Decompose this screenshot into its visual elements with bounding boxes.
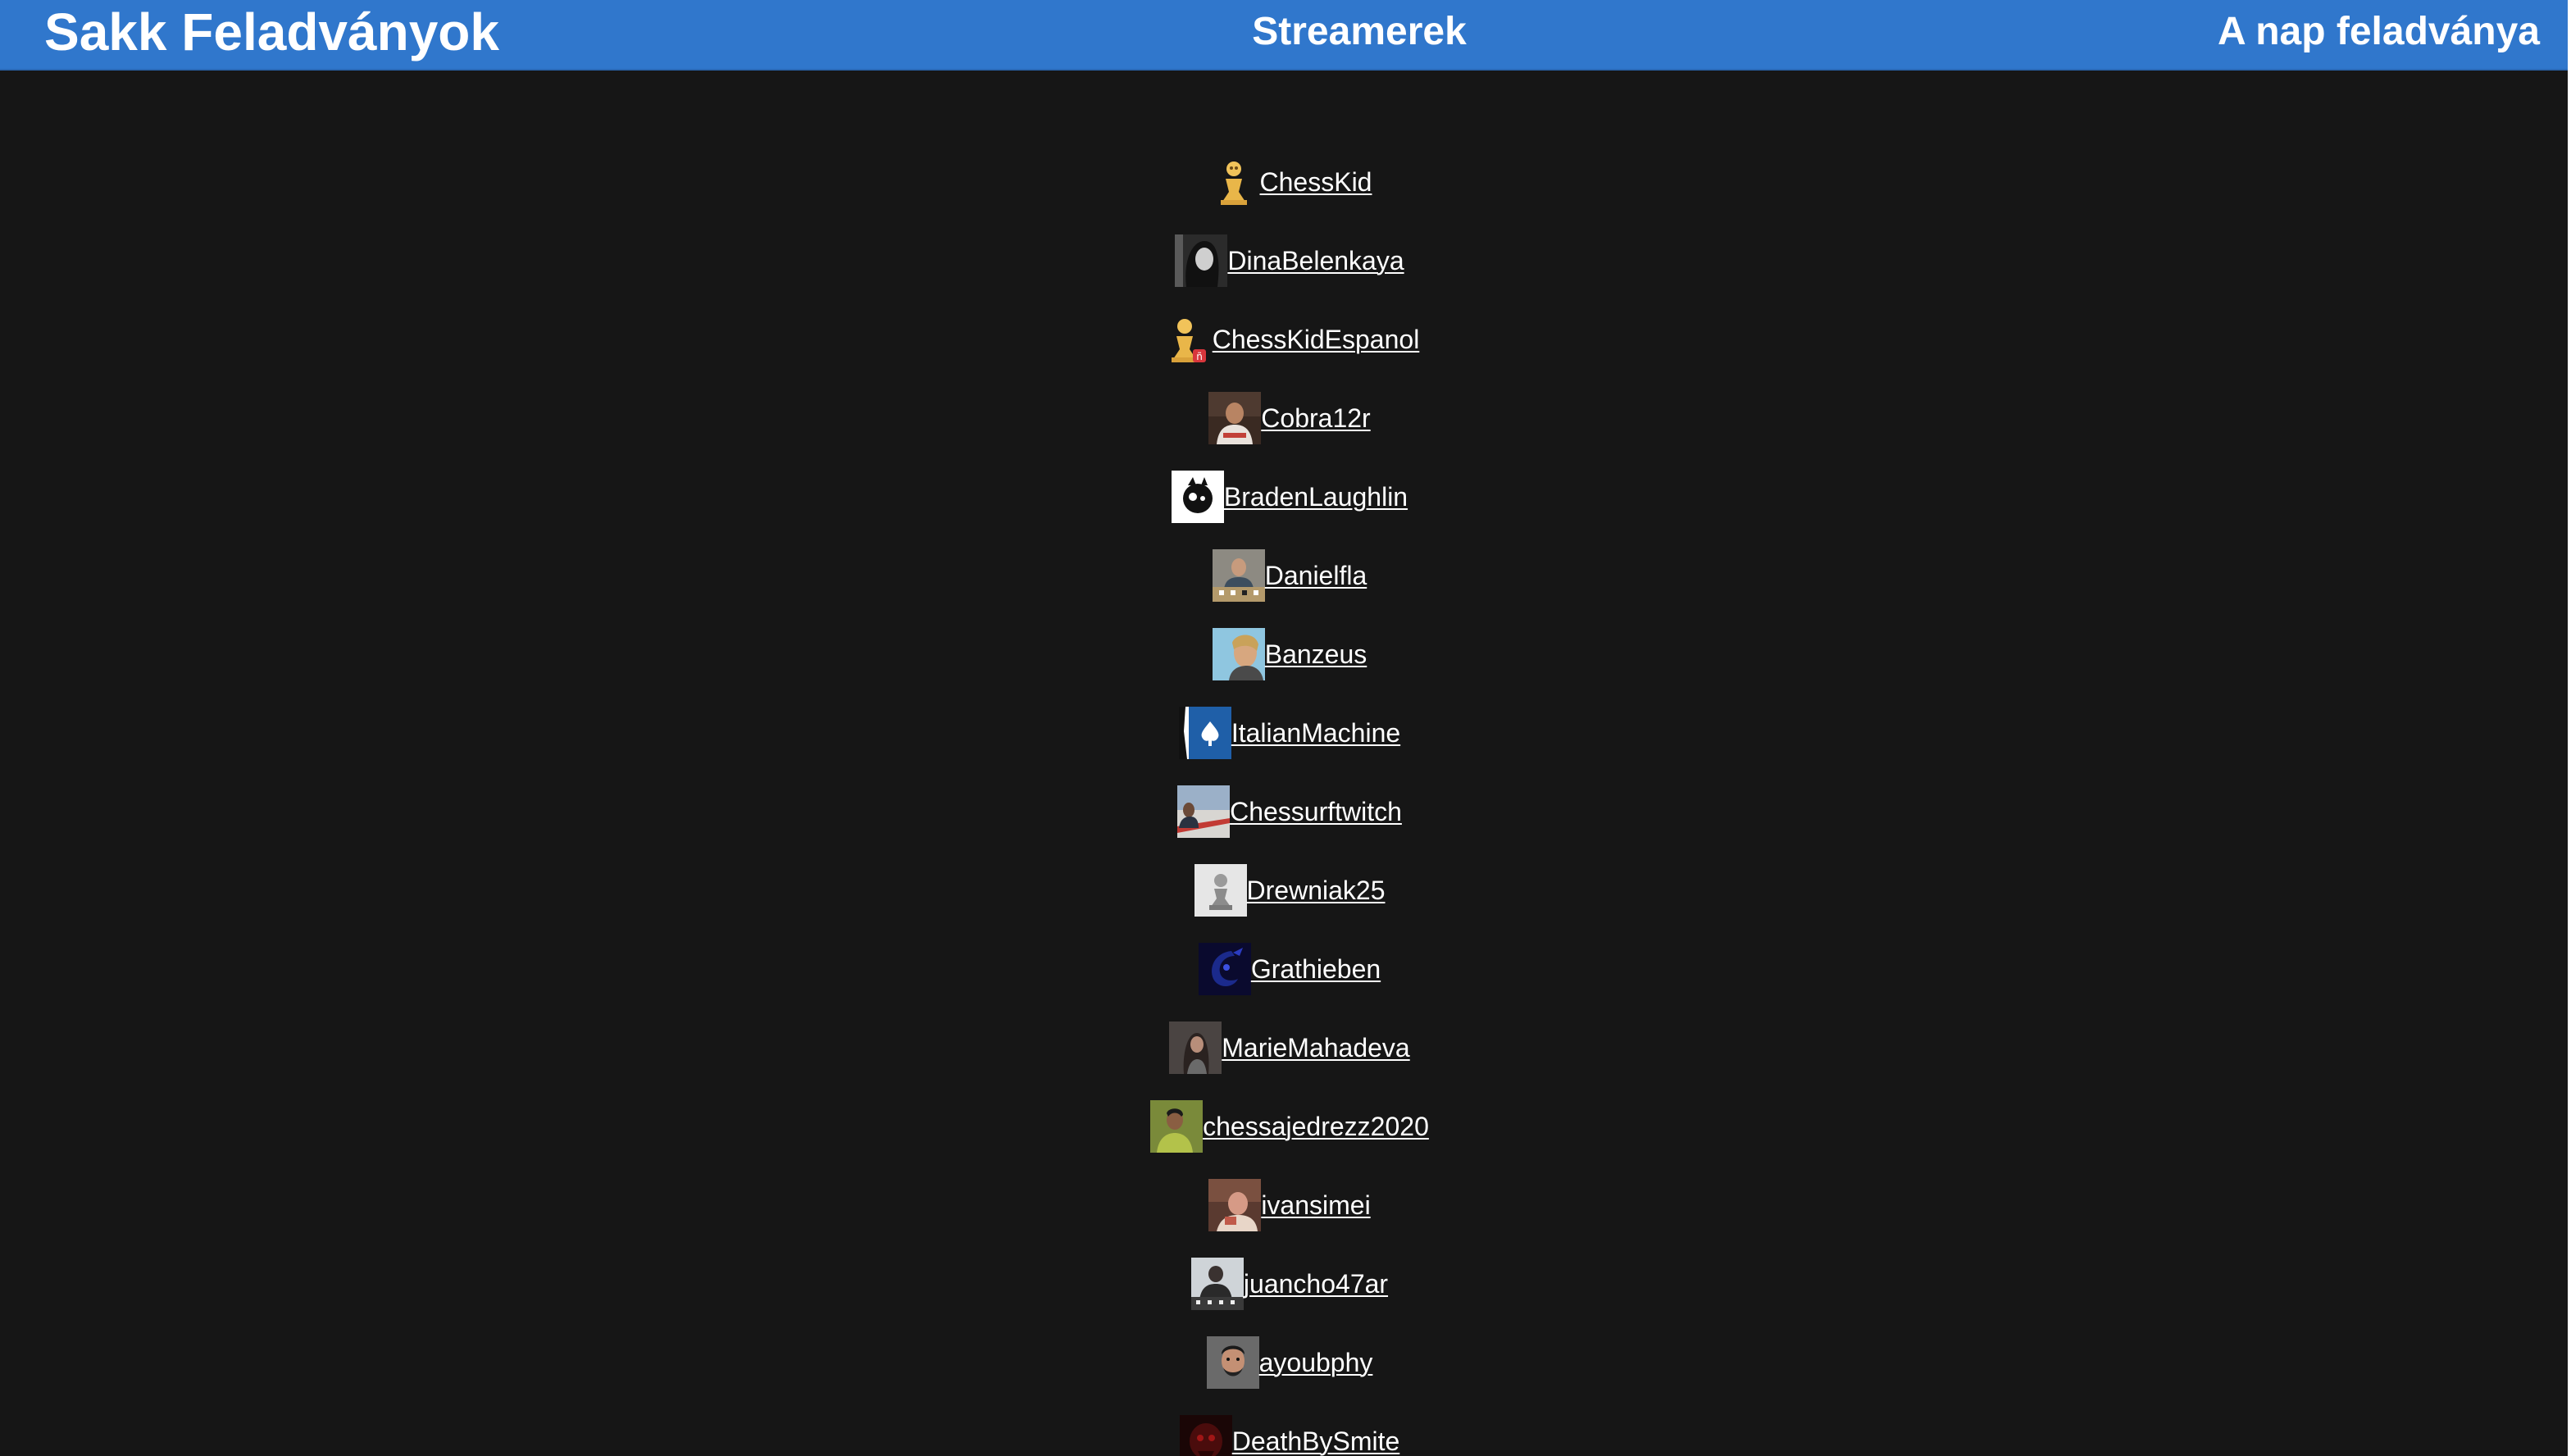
streamer-link-drewniak25[interactable]: Drewniak25 <box>1194 864 1386 917</box>
streamer-name: chessajedrezz2020 <box>1203 1111 1429 1141</box>
danielfla-avatar <box>1212 549 1265 602</box>
list-item: Banzeus <box>0 615 2571 694</box>
streamer-link-bradenlaughlin[interactable]: BradenLaughlin <box>1171 471 1408 523</box>
list-item: Danielfla <box>0 536 2571 615</box>
streamer-name: Cobra12r <box>1261 403 1371 433</box>
streamer-link-juancho47ar[interactable]: juancho47ar <box>1190 1258 1389 1310</box>
streamer-name: Drewniak25 <box>1246 875 1386 905</box>
mariemahadeva-avatar <box>1169 1021 1222 1074</box>
list-item: ayoubphy <box>0 1323 2571 1402</box>
juancho47ar-avatar <box>1190 1258 1244 1310</box>
list-item: ChessKid <box>0 143 2571 221</box>
svg-text:ñ: ñ <box>1196 351 1203 362</box>
list-item: Drewniak25 <box>0 851 2571 930</box>
streamer-link-danielfla[interactable]: Danielfla <box>1212 549 1367 602</box>
list-item: DinaBelenkaya <box>0 221 2571 300</box>
streamer-link-ivansimei[interactable]: ivansimei <box>1208 1179 1371 1231</box>
page-right-edge <box>2568 0 2571 1456</box>
list-item: BradenLaughlin <box>0 457 2571 536</box>
streamer-name: MarieMahadeva <box>1222 1032 1410 1062</box>
list-item: Chessurftwitch <box>0 772 2571 851</box>
chesskid-pawn-avatar <box>1207 156 1260 208</box>
drewniak25-avatar <box>1194 864 1247 917</box>
streamer-list: ChessKid DinaBelenkaya ñ ChessKidEspanol <box>0 143 2571 1456</box>
list-item: DeathBySmite <box>0 1402 2571 1456</box>
streamer-link-chessajedrezz2020[interactable]: chessajedrezz2020 <box>1150 1100 1429 1153</box>
streamer-link-chessurftwitch[interactable]: Chessurftwitch <box>1177 785 1402 838</box>
list-item: chessajedrezz2020 <box>0 1087 2571 1166</box>
streamer-name: ItalianMachine <box>1231 717 1401 748</box>
streamer-name: Chessurftwitch <box>1230 796 1402 826</box>
list-item: ivansimei <box>0 1166 2571 1244</box>
chesskid-espanol-avatar: ñ <box>1159 313 1213 366</box>
top-navbar: Sakk Feladványok Streamerek A nap feladv… <box>0 0 2568 71</box>
streamer-name: ChessKidEspanol <box>1212 324 1420 354</box>
list-item: Grathieben <box>0 930 2571 1008</box>
ayoubphy-avatar <box>1206 1336 1259 1389</box>
banzeus-avatar <box>1212 628 1265 680</box>
list-item: juancho47ar <box>0 1244 2571 1323</box>
chessajedrezz2020-avatar <box>1150 1100 1204 1153</box>
italianmachine-avatar <box>1178 707 1231 759</box>
streamers-link[interactable]: Streamerek <box>1252 0 1467 69</box>
daily-puzzle-link[interactable]: A nap feladványa <box>2218 0 2540 69</box>
streamer-name: ayoubphy <box>1258 1347 1373 1377</box>
streamer-name: DinaBelenkaya <box>1227 245 1404 275</box>
streamer-link-mariemahadeva[interactable]: MarieMahadeva <box>1169 1021 1410 1074</box>
streamer-name: Grathieben <box>1250 953 1381 984</box>
dinabelenkaya-avatar <box>1175 234 1228 287</box>
page: Sakk Feladványok Streamerek A nap feladv… <box>0 0 2571 1456</box>
streamer-link-chesskidespanol[interactable]: ñ ChessKidEspanol <box>1159 313 1420 366</box>
streamer-link-dinabelenkaya[interactable]: DinaBelenkaya <box>1175 234 1404 287</box>
streamer-name: juancho47ar <box>1243 1268 1389 1299</box>
list-item: ItalianMachine <box>0 694 2571 772</box>
streamer-link-banzeus[interactable]: Banzeus <box>1212 628 1367 680</box>
streamer-name: Banzeus <box>1264 639 1367 669</box>
ivansimei-avatar <box>1208 1179 1262 1231</box>
grathieben-avatar <box>1198 943 1251 995</box>
cobra12r-avatar <box>1208 392 1262 444</box>
brand-link[interactable]: Sakk Feladványok <box>44 0 499 69</box>
deathbysmite-avatar <box>1179 1415 1232 1456</box>
list-item: MarieMahadeva <box>0 1008 2571 1087</box>
bradenlaughlin-avatar <box>1171 471 1224 523</box>
chessurftwitch-avatar <box>1177 785 1231 838</box>
streamer-link-deathbysmite[interactable]: DeathBySmite <box>1179 1415 1400 1456</box>
streamer-link-italianmachine[interactable]: ItalianMachine <box>1178 707 1401 759</box>
streamer-link-cobra12r[interactable]: Cobra12r <box>1208 392 1371 444</box>
streamer-link-chesskid[interactable]: ChessKid <box>1207 156 1372 208</box>
streamer-name: Danielfla <box>1264 560 1367 590</box>
list-item: ñ ChessKidEspanol <box>0 300 2571 379</box>
list-item: Cobra12r <box>0 379 2571 457</box>
streamer-name: DeathBySmite <box>1231 1426 1400 1456</box>
streamer-link-grathieben[interactable]: Grathieben <box>1198 943 1381 995</box>
streamer-name: BradenLaughlin <box>1223 481 1408 512</box>
streamer-link-ayoubphy[interactable]: ayoubphy <box>1206 1336 1373 1389</box>
streamer-name: ChessKid <box>1259 166 1372 197</box>
streamer-name: ivansimei <box>1261 1190 1371 1220</box>
